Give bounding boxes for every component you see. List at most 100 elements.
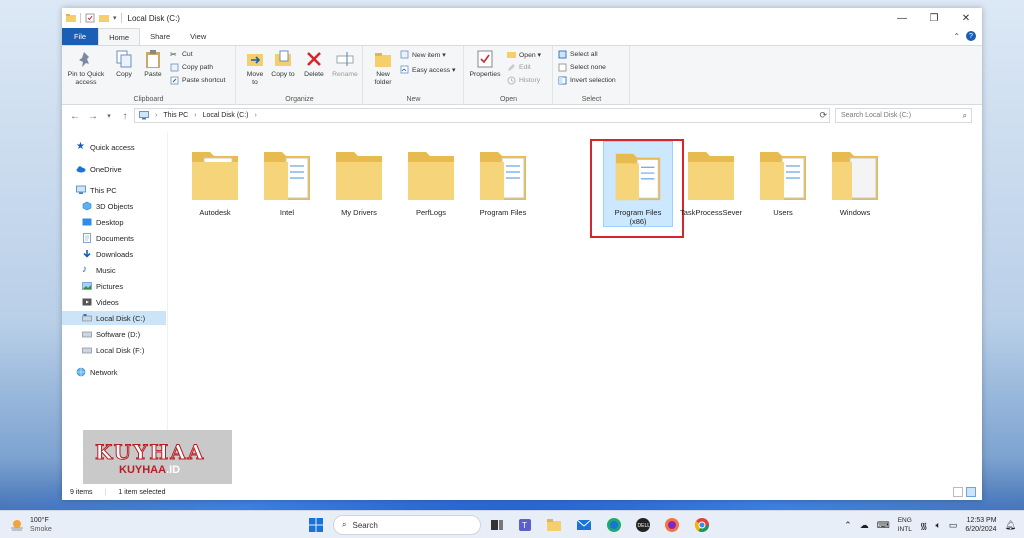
- rename-button[interactable]: Rename: [331, 49, 359, 79]
- nav-item-local-disk-f[interactable]: Local Disk (F:): [82, 343, 144, 357]
- folder-label: Windows: [839, 208, 871, 217]
- tab-file[interactable]: File: [62, 28, 99, 45]
- history-button[interactable]: History: [507, 76, 540, 85]
- notification-icon[interactable]: 🔔︎: [1005, 520, 1016, 531]
- paste-shortcut-button[interactable]: Paste shortcut: [170, 76, 225, 85]
- cut-button[interactable]: ✂ Cut: [170, 50, 193, 59]
- chevron-up-icon[interactable]: ⌃: [844, 520, 852, 531]
- folder-item-program-files[interactable]: Program Files: [465, 140, 541, 236]
- firefox-icon[interactable]: [664, 517, 680, 533]
- nav-item-local-disk-c[interactable]: Local Disk (C:): [62, 311, 166, 325]
- tab-share[interactable]: Share: [140, 28, 180, 45]
- up-arrow-icon[interactable]: ↑: [118, 109, 132, 123]
- edit-button[interactable]: Edit: [507, 63, 531, 72]
- paste-button[interactable]: Paste: [140, 49, 166, 79]
- folder-item-taskprocesssever[interactable]: TaskProcessSever: [673, 140, 749, 236]
- nav-label: Documents: [96, 233, 134, 243]
- music-note-icon: ♪: [82, 264, 87, 275]
- weather-widget[interactable]: 100°F Smoke: [10, 516, 52, 534]
- breadcrumb-local-disk-c[interactable]: Local Disk (C:): [203, 112, 249, 119]
- forward-arrow-icon[interactable]: →: [86, 109, 100, 123]
- new-item-button[interactable]: New item ▾: [400, 50, 446, 59]
- copy-to-button[interactable]: Copy to: [271, 49, 295, 79]
- details-view-icon[interactable]: [953, 487, 963, 497]
- select-all-icon: [558, 50, 567, 59]
- nav-item-downloads[interactable]: Downloads: [82, 247, 133, 261]
- easy-access-button[interactable]: Easy access ▾: [400, 65, 455, 74]
- select-none-button[interactable]: Select none: [558, 63, 606, 72]
- delete-button[interactable]: Delete: [301, 49, 327, 79]
- nav-label: Software (D:): [96, 329, 141, 339]
- edit-label: Edit: [519, 64, 531, 71]
- nav-item-quick-access[interactable]: ★ Quick access: [76, 140, 135, 154]
- navigation-bar: ← → ▾ ↑ › This PC › Local Disk (C:) › ⟳ …: [62, 106, 982, 126]
- nav-item-videos[interactable]: Videos: [82, 295, 119, 309]
- taskbar-search-box[interactable]: ⌕ Search: [333, 515, 481, 535]
- dell-icon[interactable]: DELL: [635, 517, 651, 533]
- select-all-button[interactable]: Select all: [558, 50, 598, 59]
- clipboard-group: Pin to Quick access Copy Paste ✂ Cut Cop…: [62, 46, 236, 105]
- file-explorer-icon[interactable]: [546, 517, 562, 533]
- nav-item-documents[interactable]: Documents: [82, 231, 134, 245]
- chrome-icon[interactable]: [694, 517, 710, 533]
- nav-item-software-d[interactable]: Software (D:): [82, 327, 140, 341]
- mail-icon[interactable]: [576, 517, 592, 533]
- item-count: 9 items: [70, 488, 93, 496]
- folder-item-my-drivers[interactable]: My Drivers: [321, 140, 397, 236]
- new-folder-button[interactable]: New folder: [370, 49, 396, 87]
- language-indicator[interactable]: ENG INTL: [898, 516, 912, 534]
- nav-item-desktop[interactable]: Desktop: [82, 215, 124, 229]
- easy-access-icon: [400, 65, 409, 74]
- search-icon: ⌕: [342, 520, 347, 529]
- tab-view[interactable]: View: [180, 28, 216, 45]
- nav-item-this-pc[interactable]: This PC: [76, 183, 117, 197]
- minimize-button[interactable]: —: [886, 8, 918, 28]
- cloud-icon[interactable]: ☁: [860, 520, 869, 531]
- nav-item-network[interactable]: Network: [76, 365, 118, 379]
- keyboard-icon[interactable]: ⌨: [877, 520, 890, 531]
- organize-group-label: Organize: [285, 96, 314, 103]
- nav-item-onedrive[interactable]: OneDrive: [76, 162, 122, 176]
- address-bar[interactable]: › This PC › Local Disk (C:) › ⟳: [134, 108, 830, 123]
- folder-item-intel[interactable]: Intel: [249, 140, 325, 236]
- move-to-button[interactable]: Move to: [243, 49, 267, 87]
- help-icon[interactable]: ?: [966, 31, 976, 41]
- nav-item-pictures[interactable]: Pictures: [82, 279, 123, 293]
- folder-item-users[interactable]: Users: [745, 140, 821, 236]
- refresh-icon[interactable]: ⟳: [819, 110, 827, 121]
- folder-item-windows[interactable]: Windows: [817, 140, 893, 236]
- pin-to-quick-access-button[interactable]: Pin to Quick access: [66, 49, 106, 87]
- properties-icon[interactable]: [85, 13, 95, 23]
- customize-qat-icon[interactable]: ▾: [113, 14, 117, 22]
- copy-path-button[interactable]: Copy path: [170, 63, 213, 72]
- teams-icon[interactable]: T: [518, 517, 534, 533]
- volume-icon[interactable]: 🔈︎: [935, 520, 940, 531]
- recent-locations-icon[interactable]: ▾: [102, 109, 116, 123]
- folder-item-perflogs[interactable]: PerfLogs: [393, 140, 469, 236]
- maximize-button[interactable]: ❐: [918, 8, 950, 28]
- task-view-icon[interactable]: [489, 517, 505, 533]
- expand-ribbon-icon[interactable]: ⌃: [953, 32, 960, 41]
- open-button[interactable]: Open ▾: [507, 50, 541, 59]
- nav-item-music[interactable]: ♪ Music: [82, 263, 116, 277]
- copy-button[interactable]: Copy: [112, 49, 136, 79]
- red-highlight-box: [590, 139, 684, 238]
- large-icons-view-icon[interactable]: [966, 487, 976, 497]
- search-input[interactable]: Search Local Disk (C:) ⌕: [835, 108, 972, 123]
- edge-browser-icon[interactable]: [606, 517, 622, 533]
- clock[interactable]: 12:53 PM 6/20/2024: [965, 516, 996, 534]
- invert-selection-button[interactable]: Invert selection: [558, 76, 616, 85]
- windows-start-icon[interactable]: [308, 517, 324, 533]
- close-button[interactable]: ✕: [950, 8, 982, 28]
- battery-icon[interactable]: ▭: [949, 520, 958, 531]
- new-folder-icon[interactable]: [99, 13, 109, 23]
- tab-home[interactable]: Home: [98, 28, 141, 45]
- nav-item-3d-objects[interactable]: 3D Objects: [82, 199, 133, 213]
- back-arrow-icon[interactable]: ←: [68, 109, 82, 123]
- breadcrumb-this-pc[interactable]: This PC: [163, 112, 188, 119]
- wifi-icon[interactable]: ᯾: [920, 519, 928, 532]
- properties-button[interactable]: Properties: [467, 49, 503, 79]
- folder-item-autodesk[interactable]: Autodesk: [177, 140, 253, 236]
- copy-to-label: Copy to: [271, 71, 295, 78]
- new-item-label: New item ▾: [412, 51, 446, 59]
